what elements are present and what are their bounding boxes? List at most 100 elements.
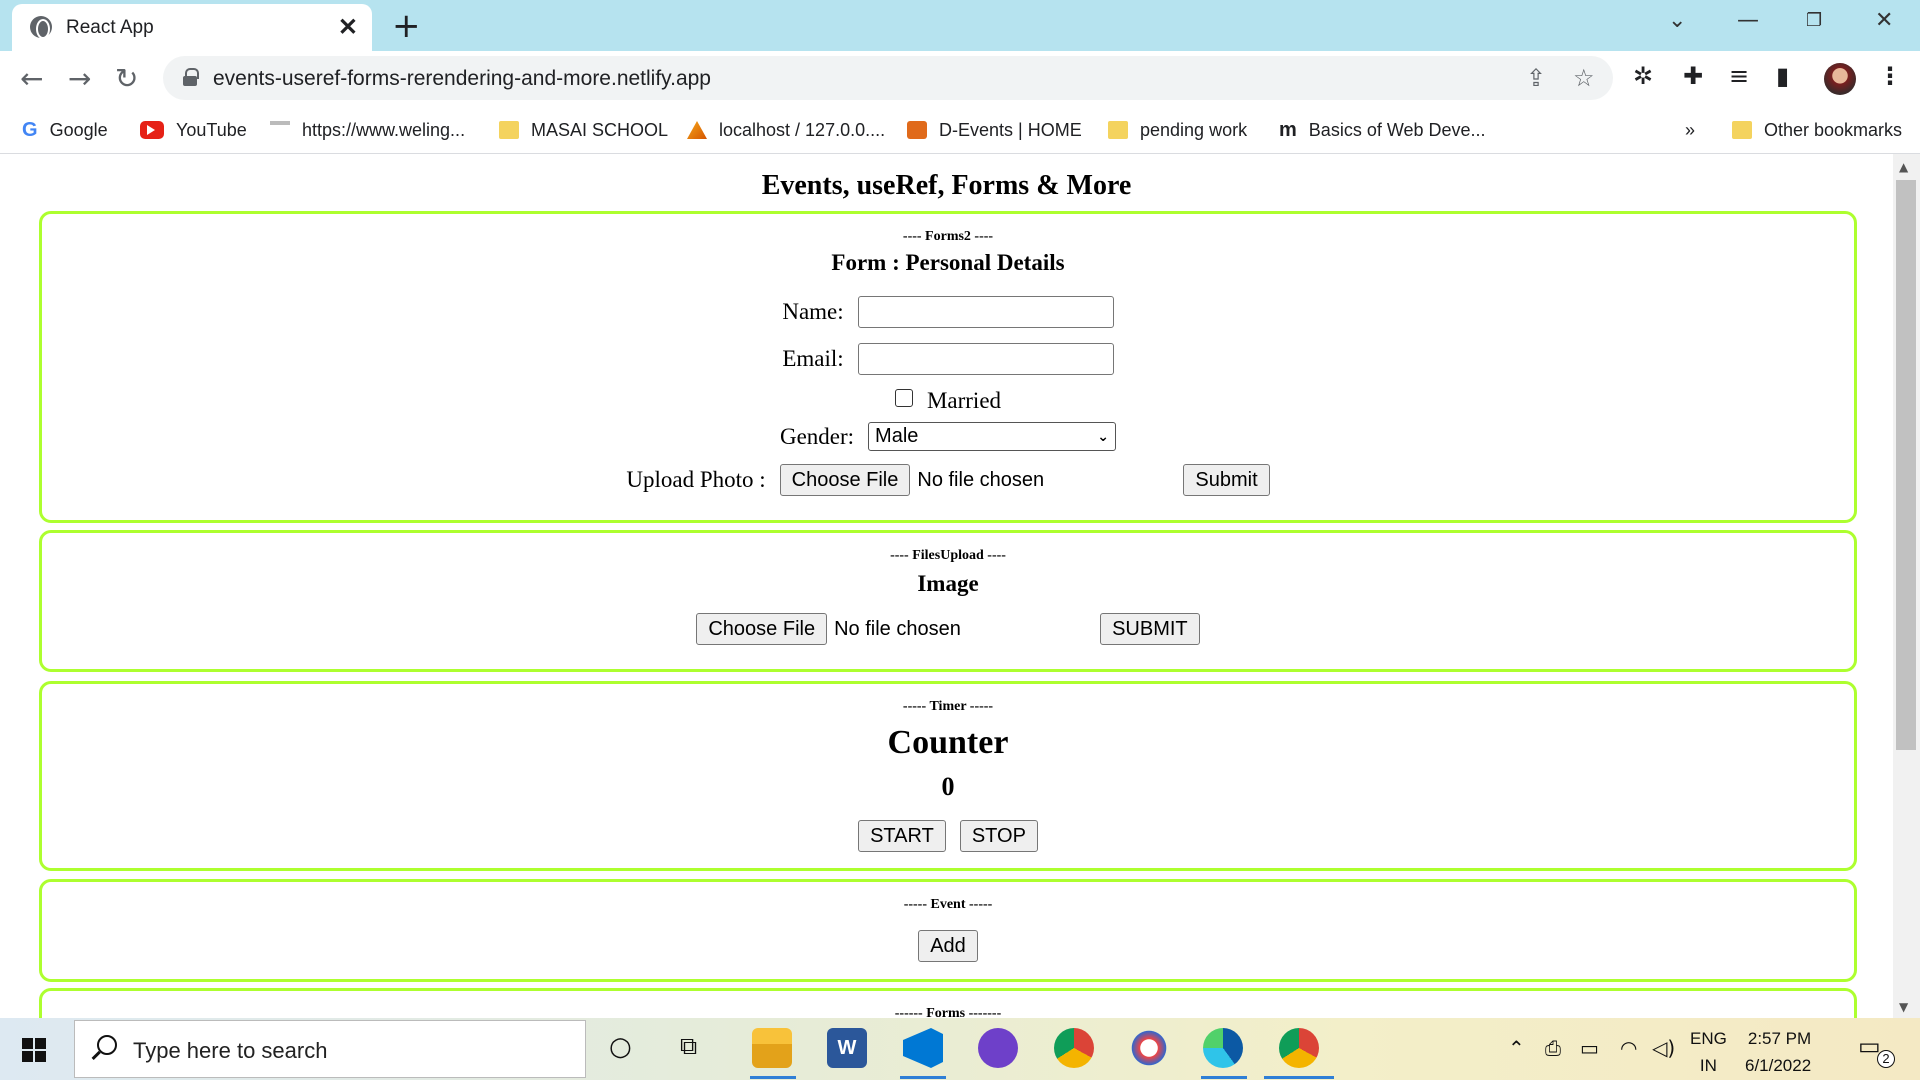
app-running-indicator bbox=[1201, 1076, 1247, 1079]
bookmark-devents[interactable]: D-Events | HOME bbox=[907, 115, 1082, 145]
gender-value: Male bbox=[875, 425, 919, 447]
app-running-indicator bbox=[900, 1076, 946, 1079]
clock-time: 2:57 PM bbox=[1747, 1029, 1812, 1048]
profile-avatar[interactable] bbox=[1824, 63, 1856, 95]
meet-now-icon[interactable]: ⎙ bbox=[1545, 1036, 1561, 1060]
app-active-indicator bbox=[1264, 1076, 1334, 1079]
scroll-down-icon[interactable]: ▼ bbox=[1899, 1000, 1908, 1014]
m-icon: m bbox=[1279, 118, 1297, 141]
word-icon[interactable]: W bbox=[827, 1028, 867, 1068]
tab-search-icon[interactable]: ⌄ bbox=[1668, 8, 1686, 33]
extension-bug-icon[interactable]: ✲ bbox=[1633, 62, 1653, 90]
menu-dots-icon[interactable]: ⋮ bbox=[1878, 62, 1902, 90]
name-row: Name: bbox=[42, 296, 1854, 328]
bookmark-label: Google bbox=[49, 119, 108, 140]
page-content: Events, useRef, Forms & More ---- Forms2… bbox=[0, 154, 1893, 1018]
taskbar-search-box[interactable]: Type here to search bbox=[74, 1020, 586, 1078]
counter-value: 0 bbox=[941, 772, 955, 801]
restore-icon[interactable]: ❐ bbox=[1806, 10, 1822, 31]
submit-button[interactable]: Submit bbox=[1183, 464, 1270, 496]
media-control-icon[interactable]: ≡ bbox=[1729, 62, 1749, 90]
browser-tab[interactable]: React App ✕ bbox=[12, 4, 372, 51]
vscode-icon[interactable] bbox=[903, 1028, 943, 1068]
battery-icon[interactable]: ▭ bbox=[1580, 1036, 1599, 1060]
extensions-puzzle-icon[interactable]: ✚ bbox=[1683, 62, 1703, 90]
window-close-icon[interactable]: ✕ bbox=[1875, 8, 1893, 33]
gender-row: Gender: Male ⌄ bbox=[42, 422, 1854, 451]
files-upload-label: ---- FilesUpload ---- bbox=[890, 548, 1006, 563]
bookmark-masai[interactable]: MASAI SCHOOL bbox=[499, 115, 668, 145]
chrome-active-icon[interactable] bbox=[1279, 1028, 1319, 1068]
start-button[interactable]: START bbox=[858, 820, 946, 852]
devents-icon bbox=[907, 121, 927, 139]
forms-card: ------ Forms ------- bbox=[39, 988, 1857, 1018]
youtube-icon bbox=[140, 121, 164, 139]
task-view-icon[interactable]: ⧉ bbox=[680, 1032, 697, 1060]
bookmark-google[interactable]: G Google bbox=[22, 115, 108, 145]
snipping-tool-icon[interactable] bbox=[1129, 1028, 1169, 1068]
choose-file-button[interactable]: Choose File bbox=[779, 464, 911, 496]
image-submit-button[interactable]: SUBMIT bbox=[1100, 613, 1200, 645]
bookmark-localhost[interactable]: localhost / 127.0.0.... bbox=[687, 115, 885, 145]
bookmark-label: localhost / 127.0.0.... bbox=[719, 119, 886, 140]
married-row: Married bbox=[42, 388, 1854, 414]
bookmarks-overflow[interactable]: » bbox=[1685, 115, 1695, 145]
gender-label: Gender: bbox=[779, 423, 855, 449]
cortana-icon[interactable]: ○ bbox=[609, 1032, 632, 1062]
bookmark-label: https://www.weling... bbox=[302, 119, 466, 140]
bookmark-weling[interactable]: https://www.weling... bbox=[270, 115, 465, 145]
address-bar[interactable]: events-useref-forms-rerendering-and-more… bbox=[163, 56, 1613, 100]
chrome-icon[interactable] bbox=[1054, 1028, 1094, 1068]
windows-start-icon[interactable] bbox=[22, 1038, 46, 1062]
folder-icon bbox=[1108, 121, 1128, 139]
new-tab-icon[interactable]: + bbox=[392, 6, 421, 46]
share-icon[interactable]: ⇪ bbox=[1526, 64, 1546, 92]
email-input[interactable] bbox=[857, 343, 1114, 375]
bookmark-star-icon[interactable]: ☆ bbox=[1573, 64, 1595, 92]
name-input[interactable] bbox=[857, 296, 1114, 328]
married-checkbox[interactable] bbox=[894, 389, 913, 407]
reload-icon[interactable]: ↻ bbox=[115, 62, 138, 95]
overflow-chevron-icon: » bbox=[1685, 119, 1696, 140]
bookmark-pending[interactable]: pending work bbox=[1108, 115, 1247, 145]
side-panel-icon[interactable]: ▮ bbox=[1776, 62, 1789, 90]
minimize-icon[interactable]: — bbox=[1737, 8, 1759, 33]
tab-strip: React App ✕ + ⌄ — ❐ ✕ bbox=[0, 0, 1920, 51]
gender-select[interactable]: Male ⌄ bbox=[868, 422, 1117, 451]
bookmark-label: Basics of Web Deve... bbox=[1308, 119, 1486, 140]
bookmark-other[interactable]: Other bookmarks bbox=[1732, 115, 1902, 145]
system-clock[interactable]: 2:57 PM 6/1/2022 bbox=[1745, 1025, 1811, 1079]
github-desktop-icon[interactable] bbox=[978, 1028, 1018, 1068]
chevron-down-icon: ⌄ bbox=[1097, 428, 1110, 445]
close-tab-icon[interactable]: ✕ bbox=[338, 13, 358, 42]
married-label: Married bbox=[926, 388, 1002, 413]
timer-buttons: START STOP bbox=[42, 820, 1854, 852]
lang-region: IN bbox=[1699, 1056, 1717, 1075]
timer-card: ----- Timer ----- Counter 0 START STOP bbox=[39, 681, 1857, 871]
edge-icon[interactable] bbox=[1203, 1028, 1243, 1068]
scroll-up-icon[interactable]: ▲ bbox=[1899, 160, 1908, 174]
bookmark-label: D-Events | HOME bbox=[939, 119, 1082, 140]
event-label: ----- Event ----- bbox=[903, 897, 993, 912]
timer-label: ----- Timer ----- bbox=[902, 699, 994, 714]
add-button[interactable]: Add bbox=[918, 930, 978, 962]
forms2-card: ---- Forms2 ---- Form : Personal Details… bbox=[39, 211, 1857, 523]
tray-expand-icon[interactable]: ⌃ bbox=[1508, 1036, 1525, 1060]
notification-count: 2 bbox=[1877, 1050, 1895, 1068]
volume-icon[interactable]: ◁) bbox=[1652, 1036, 1675, 1060]
forward-icon[interactable]: → bbox=[68, 62, 91, 95]
back-icon[interactable]: ← bbox=[20, 62, 43, 95]
bookmark-youtube[interactable]: YouTube bbox=[140, 115, 247, 145]
stop-button[interactable]: STOP bbox=[959, 820, 1038, 852]
language-indicator[interactable]: ENG IN bbox=[1690, 1025, 1727, 1079]
forms-label: ------ Forms ------- bbox=[894, 1006, 1002, 1018]
bookmark-basics[interactable]: m Basics of Web Deve... bbox=[1279, 115, 1486, 145]
upload-label: Upload Photo : bbox=[626, 467, 766, 492]
choose-file-button[interactable]: Choose File bbox=[696, 613, 828, 645]
wifi-icon[interactable]: ◠ bbox=[1620, 1036, 1637, 1060]
scrollbar-thumb[interactable] bbox=[1896, 180, 1916, 750]
file-explorer-icon[interactable] bbox=[752, 1028, 792, 1068]
event-row: Add bbox=[42, 930, 1854, 962]
name-label: Name: bbox=[782, 299, 844, 324]
bookmark-label: Other bookmarks bbox=[1764, 119, 1903, 140]
